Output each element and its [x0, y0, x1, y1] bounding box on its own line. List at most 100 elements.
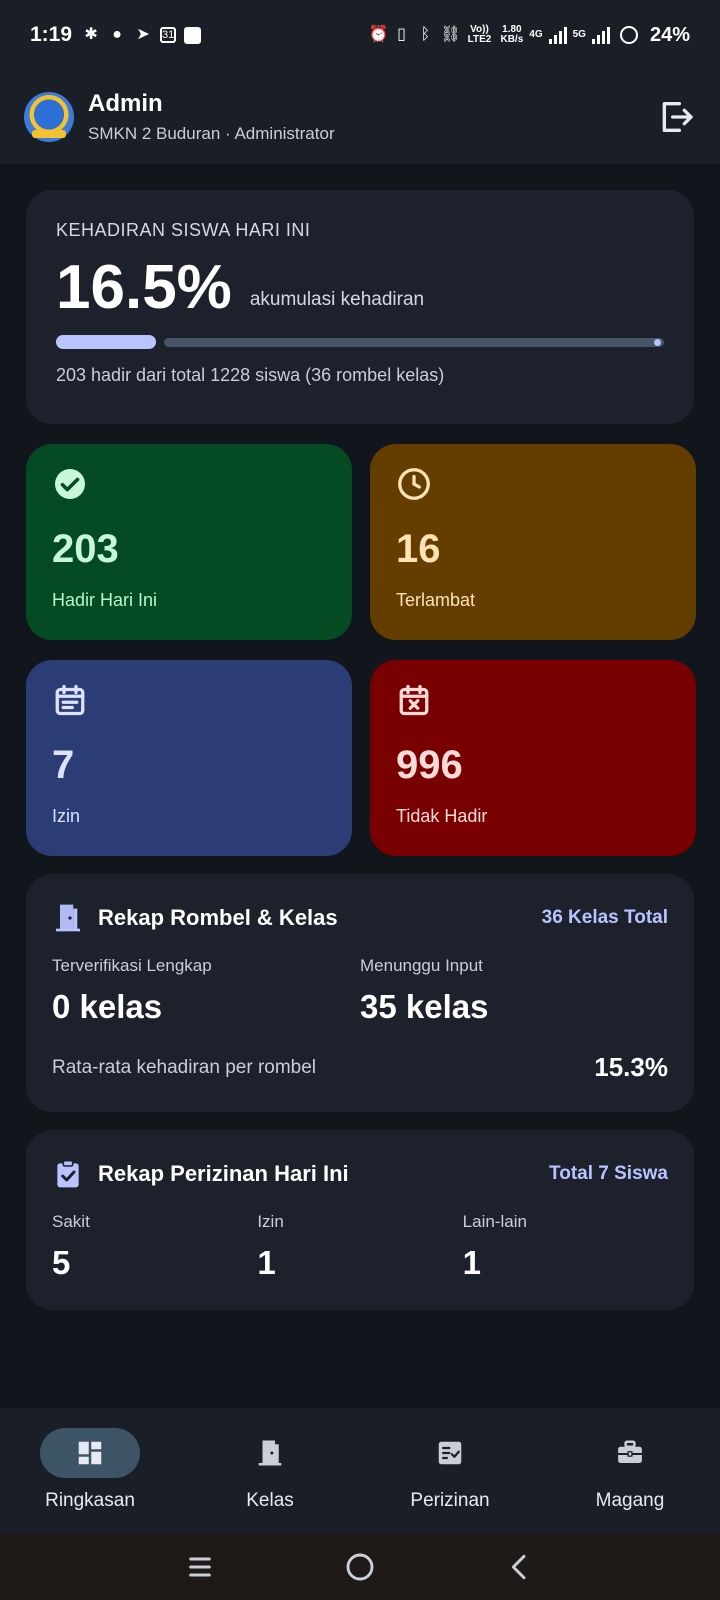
bluetooth-icon: ᛒ: [420, 26, 431, 43]
battery-saver-icon: [619, 26, 638, 44]
stat-card-hadir[interactable]: 203 Hadir Hari Ini: [26, 444, 352, 640]
attendance-caption: akumulasi kehadiran: [249, 289, 425, 310]
rombel-columns: Terverifikasi Lengkap 0 kelas Menunggu I…: [52, 956, 668, 1026]
hadir-count: 203: [52, 527, 119, 571]
back-icon[interactable]: [504, 1551, 536, 1583]
clipboard-check-icon: [57, 1159, 79, 1188]
dashboard-icon: [78, 1441, 102, 1465]
nav-item-magang[interactable]: Magang: [540, 1408, 720, 1534]
signal-4g-icon: [548, 26, 567, 44]
door-icon: [258, 1440, 282, 1466]
door-icon: [56, 904, 80, 932]
user-role: SMKN 2 Buduran · Administrator: [88, 124, 335, 143]
progress-fill: [56, 335, 156, 349]
nav-label-kelas: Kelas: [246, 1490, 294, 1511]
sakit-value: 5: [52, 1244, 71, 1281]
attendance-progress-bar: [56, 335, 664, 349]
link-icon: ⛓: [440, 26, 461, 43]
net-5g-label: 5G: [572, 29, 586, 40]
perizinan-header: Rekap Perizinan Hari Ini Total 7 Siswa: [52, 1158, 668, 1190]
system-icons: ⏰ ▯ ᛒ ⛓ Vo)) LTE2 1.80 KB/s 4G 5G 24%: [368, 24, 690, 47]
battery-level: 24%: [649, 23, 690, 46]
signal-5g-icon: [591, 26, 610, 44]
user-name: Admin: [88, 90, 163, 117]
clock-icon: [398, 468, 430, 500]
vibrate-icon: ▯: [397, 26, 406, 43]
home-icon[interactable]: [344, 1551, 376, 1583]
nav-label-perizinan: Perizinan: [410, 1490, 490, 1511]
chat-icon: ●: [112, 26, 122, 43]
rombel-header: Rekap Rombel & Kelas 36 Kelas Total: [52, 902, 668, 934]
summary-footer: 203 hadir dari total 1228 siswa (36 romb…: [56, 365, 445, 385]
sakit-column: Sakit 5: [52, 1212, 257, 1282]
system-navigation-bar: [0, 1534, 720, 1600]
sakit-label: Sakit: [52, 1212, 90, 1231]
app-bar: Admin SMKN 2 Buduran · Administrator: [0, 70, 720, 164]
izin-label: Izin: [52, 806, 81, 826]
pending-label: Menunggu Input: [360, 956, 483, 975]
hadir-label: Hadir Hari Ini: [52, 590, 158, 610]
average-value: 15.3%: [594, 1052, 668, 1082]
perizinan-summary-card[interactable]: Rekap Perizinan Hari Ini Total 7 Siswa S…: [26, 1130, 694, 1310]
verified-column: Terverifikasi Lengkap 0 kelas: [52, 956, 360, 1026]
check-circle-icon: [55, 469, 85, 499]
nav-item-perizinan[interactable]: Perizinan: [360, 1408, 540, 1534]
perizinan-title: Rekap Perizinan Hari Ini: [98, 1161, 349, 1186]
pending-column: Menunggu Input 35 kelas: [360, 956, 668, 1026]
progress-end-dot: [654, 339, 661, 346]
slack-icon: ✱: [84, 26, 98, 43]
checklist-icon: [438, 1441, 462, 1465]
rombel-title: Rekap Rombel & Kelas: [98, 905, 338, 930]
mail-icon: [184, 26, 202, 44]
lain-column: Lain-lain 1: [463, 1212, 668, 1282]
nav-label-ringkasan: Ringkasan: [45, 1490, 135, 1511]
stat-card-izin[interactable]: 7 Izin: [26, 660, 352, 856]
tidak-hadir-count: 996: [396, 743, 463, 787]
izin-count: 7: [52, 743, 75, 787]
attendance-summary-card: KEHADIRAN SISWA HARI INI 16.5% akumulasi…: [26, 190, 694, 424]
briefcase-icon: [618, 1440, 642, 1463]
lain-value: 1: [462, 1244, 482, 1281]
progress-track: [164, 338, 664, 347]
terlambat-label: Terlambat: [396, 590, 476, 610]
calendar-x-icon: [399, 684, 429, 716]
tidak-hadir-label: Tidak Hadir: [396, 806, 488, 826]
izin-type-label: Izin: [257, 1212, 284, 1231]
lain-label: Lain-lain: [462, 1212, 527, 1231]
alarm-icon: ⏰: [368, 26, 389, 43]
nav-active-indicator: [40, 1428, 140, 1478]
nav-icon-wrap-perizinan: [400, 1428, 500, 1478]
attendance-percent: 16.5%: [56, 253, 232, 322]
pending-value: 35 kelas: [360, 988, 489, 1025]
net-speed-unit: KB/s: [500, 34, 524, 45]
rombel-summary-card[interactable]: Rekap Rombel & Kelas 36 Kelas Total Terv…: [26, 874, 694, 1112]
nav-item-ringkasan[interactable]: Ringkasan: [0, 1408, 180, 1534]
notification-icons: ✱ ● ➤ 31: [82, 26, 202, 44]
logout-icon[interactable]: [656, 97, 696, 137]
average-label: Rata-rata kehadiran per rombel: [52, 1056, 317, 1078]
average-row: Rata-rata kehadiran per rombel 15.3%: [52, 1052, 668, 1083]
bottom-navigation: Ringkasan Kelas Perizinan Magang: [0, 1408, 720, 1534]
nav-icon-wrap-magang: [580, 1428, 680, 1478]
izin-column: Izin 1: [257, 1212, 462, 1282]
lte-label: Vo)) LTE2: [467, 24, 492, 45]
calendar-icon: 31: [160, 27, 177, 43]
stat-card-tidak-hadir[interactable]: 996 Tidak Hadir: [370, 660, 696, 856]
verified-value: 0 kelas: [52, 988, 163, 1025]
app-bar-titles: Admin SMKN 2 Buduran · Administrator: [88, 90, 335, 144]
nav-item-kelas[interactable]: Kelas: [180, 1408, 360, 1534]
recent-apps-icon[interactable]: [184, 1551, 216, 1583]
rombel-total: 36 Kelas Total: [541, 907, 668, 928]
terlambat-count: 16: [396, 527, 441, 571]
net-speed: 1.80 KB/s: [500, 25, 523, 45]
perizinan-columns: Sakit 5 Izin 1 Lain-lain 1: [52, 1212, 668, 1282]
stat-card-terlambat[interactable]: 16 Terlambat: [370, 444, 696, 640]
status-bar: 1:19 ✱ ● ➤ 31 ⏰ ▯ ᛒ ⛓ Vo)) LTE2 1.80 KB/…: [0, 0, 720, 70]
telegram-icon: ➤: [136, 26, 150, 43]
perizinan-total: Total 7 Siswa: [549, 1163, 668, 1184]
status-time: 1:19: [30, 23, 73, 46]
summary-label: KEHADIRAN SISWA HARI INI: [56, 220, 311, 240]
nav-label-magang: Magang: [595, 1490, 665, 1511]
school-logo: [24, 92, 74, 142]
verified-label: Terverifikasi Lengkap: [52, 956, 212, 975]
